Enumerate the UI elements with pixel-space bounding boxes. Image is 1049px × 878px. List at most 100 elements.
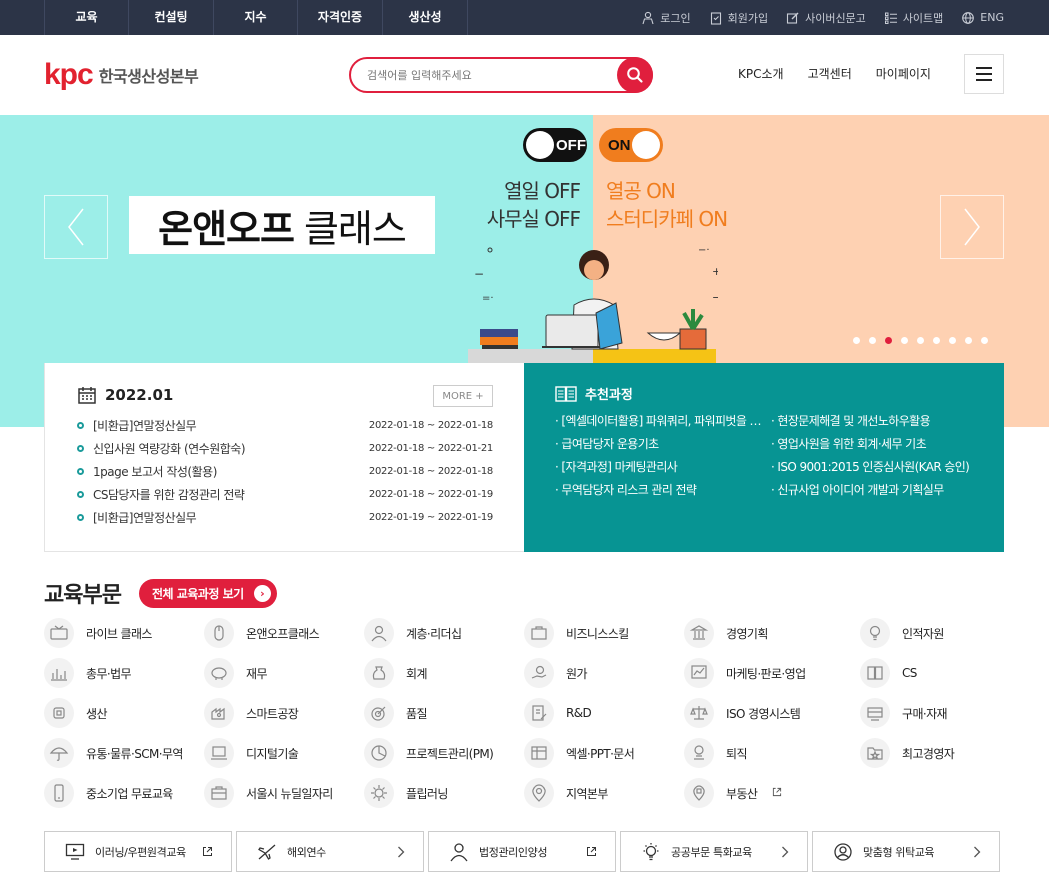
bottom-quick-links: 이러닝/우편원격교육 해외연수 법정관리인양성 공공부문 특화교육 맞춤형 위탁… <box>44 831 1000 872</box>
recommend-item[interactable]: · 신규사업 아이디어 개발과 기획실무 <box>771 479 985 502</box>
link-custom-training[interactable]: 맞춤형 위탁교육 <box>812 831 1000 872</box>
chevron-right-icon: › <box>253 584 271 602</box>
education-category-item[interactable]: 비즈니스스킬 <box>524 613 629 653</box>
education-title: 교육부문 <box>44 583 122 608</box>
banner-next-button[interactable] <box>940 195 1004 259</box>
education-category-item[interactable]: 엑셀·PPT·문서 <box>524 733 635 773</box>
trend-chart-icon <box>684 658 714 688</box>
schedule-item[interactable]: CS담당자를 위한 감정관리 전략 2022-01-18 ~ 2022-01-19 <box>77 483 493 506</box>
education-category-item[interactable]: 서울시 뉴딜일자리 <box>204 773 333 813</box>
recommend-item[interactable]: · 영업사원을 위한 회계·세무 기초 <box>771 433 985 456</box>
sitemap-link[interactable]: 사이트맵 <box>884 10 943 26</box>
education-category-item[interactable]: 중소기업 무료교육 <box>44 773 173 813</box>
education-category-item[interactable]: 플립러닝 <box>364 773 448 813</box>
schedule-item[interactable]: [비환급]연말정산실무 2022-01-18 ~ 2022-01-18 <box>77 414 493 437</box>
link-overseas-training[interactable]: 해외연수 <box>236 831 424 872</box>
hamburger-menu-button[interactable] <box>964 54 1004 94</box>
topnav-index[interactable]: 지수 <box>214 0 298 35</box>
gnb-about-kpc[interactable]: KPC소개 <box>738 65 784 82</box>
slide-dot[interactable] <box>853 337 860 344</box>
education-category-item[interactable]: 퇴직 <box>684 733 747 773</box>
topnav-consulting[interactable]: 컨설팅 <box>129 0 214 35</box>
globe-icon <box>962 11 975 24</box>
toggle-off-badge: OFF <box>523 128 587 162</box>
schedule-item[interactable]: [비환급]연말정산실무 2022-01-19 ~ 2022-01-19 <box>77 506 493 529</box>
education-category-label: 부동산 <box>726 786 758 801</box>
recommend-item[interactable]: · 무역담당자 리스크 관리 전략 <box>555 479 771 502</box>
svg-text:−: − <box>712 291 718 304</box>
gnb-customer-center[interactable]: 고객센터 <box>808 65 852 82</box>
study-illustration: − =· −· + − <box>468 245 718 363</box>
slide-dot[interactable] <box>933 337 940 344</box>
slide-indicators <box>853 337 988 344</box>
recommend-item[interactable]: · 현장문제해결 및 개선노하우활용 <box>771 410 985 433</box>
slide-dot[interactable] <box>965 337 972 344</box>
schedule-item[interactable]: 신입사원 역량강화 (연수원합숙) 2022-01-18 ~ 2022-01-21 <box>77 437 493 460</box>
schedule-item[interactable]: 1page 보고서 작성(활용) 2022-01-18 ~ 2022-01-18 <box>77 460 493 483</box>
cyber-petition-link[interactable]: 사이버신문고 <box>786 10 866 26</box>
education-category-item[interactable]: CS <box>860 653 917 693</box>
education-category-item[interactable]: 라이브 클래스 <box>44 613 152 653</box>
banner-title[interactable]: 온앤오프 클래스 <box>129 196 435 254</box>
slide-dot[interactable] <box>949 337 956 344</box>
education-category-item[interactable]: R&D <box>524 693 592 733</box>
search-button[interactable] <box>617 57 653 93</box>
education-category-item[interactable]: 지역본부 <box>524 773 608 813</box>
link-legal-receiver[interactable]: 법정관리인양성 <box>428 831 616 872</box>
recommend-item[interactable]: · [자격과정] 마케팅관리사 <box>555 456 771 479</box>
coin-hand-icon <box>524 658 554 688</box>
english-link[interactable]: ENG <box>961 11 1004 25</box>
education-category-item[interactable]: 온앤오프클래스 <box>204 613 320 653</box>
education-category-item[interactable]: 재무 <box>204 653 267 693</box>
education-category-item[interactable]: 구매·자재 <box>860 693 948 733</box>
kpc-logo[interactable]: kpc 한국생산성본부 <box>44 55 199 95</box>
education-category-item[interactable]: 부동산 <box>684 773 782 813</box>
recommend-item[interactable]: · 급여담당자 운용기초 <box>555 433 771 456</box>
education-category-label: 재무 <box>246 666 267 681</box>
slide-dot[interactable] <box>981 337 988 344</box>
education-category-item[interactable]: 마케팅·판로·영업 <box>684 653 806 693</box>
education-category-item[interactable]: 유통·물류·SCM·무역 <box>44 733 183 773</box>
login-link[interactable]: 로그인 <box>641 10 691 26</box>
signup-link[interactable]: 회원가입 <box>709 10 768 26</box>
education-category-item[interactable]: 인적자원 <box>860 613 944 653</box>
person-icon <box>450 842 468 861</box>
banner-prev-button[interactable] <box>44 195 108 259</box>
education-category-item[interactable]: 프로젝트관리(PM) <box>364 733 494 773</box>
topnav-productivity[interactable]: 생산성 <box>383 0 468 35</box>
education-category-label: 총무·법무 <box>86 666 132 681</box>
recommend-item[interactable]: · ISO 9001:2015 인증심사원(KAR 승인) <box>771 456 985 479</box>
education-category-item[interactable]: 생산 <box>44 693 107 733</box>
topnav-certification[interactable]: 자격인증 <box>298 0 383 35</box>
schedule-more-button[interactable]: MORE + <box>433 385 493 407</box>
slide-dot[interactable] <box>885 337 892 344</box>
education-category-item[interactable]: 원가 <box>524 653 587 693</box>
chevron-right-icon <box>782 846 789 857</box>
education-category-item[interactable]: ISO 경영시스템 <box>684 693 801 733</box>
education-category-item[interactable]: 총무·법무 <box>44 653 132 693</box>
education-category-item[interactable]: 디지털기술 <box>204 733 299 773</box>
view-all-courses-button[interactable]: 전체 교육과정 보기 › <box>138 578 277 608</box>
education-category-item[interactable]: 최고경영자 <box>860 733 955 773</box>
education-category-item[interactable]: 스마트공장 <box>204 693 299 733</box>
slide-dot[interactable] <box>869 337 876 344</box>
slide-dot[interactable] <box>917 337 924 344</box>
education-category-item[interactable]: 경영기획 <box>684 613 768 653</box>
search-input[interactable] <box>367 66 607 84</box>
recommend-item[interactable]: · [엑셀데이터활용] 파워쿼리, 파워피벗을 활용한 데이터 분석 <box>555 410 771 433</box>
education-category-label: 스마트공장 <box>246 706 299 721</box>
signup-label: 회원가입 <box>727 11 769 25</box>
view-all-label: 전체 교육과정 보기 <box>151 586 244 601</box>
education-category-item[interactable]: 계층·리더십 <box>364 613 462 653</box>
slogan-on: 열공 ON 스터디카페 ON <box>606 179 728 231</box>
gnb-mypage[interactable]: 마이페이지 <box>876 65 931 82</box>
global-nav: KPC소개 고객센터 마이페이지 <box>738 65 931 82</box>
topnav-education[interactable]: 교육 <box>45 0 129 35</box>
education-category-item[interactable]: 품질 <box>364 693 427 733</box>
slide-dot[interactable] <box>901 337 908 344</box>
education-category-item[interactable]: 회계 <box>364 653 427 693</box>
education-category-label: 유통·물류·SCM·무역 <box>86 746 183 761</box>
link-elearning[interactable]: 이러닝/우편원격교육 <box>44 831 232 872</box>
link-public-sector[interactable]: 공공부문 특화교육 <box>620 831 808 872</box>
education-category-grid: 라이브 클래스 온앤오프클래스 계층·리더십 비즈니스스킬 경영기획 인적자원총무·법무 재… <box>44 613 1004 813</box>
